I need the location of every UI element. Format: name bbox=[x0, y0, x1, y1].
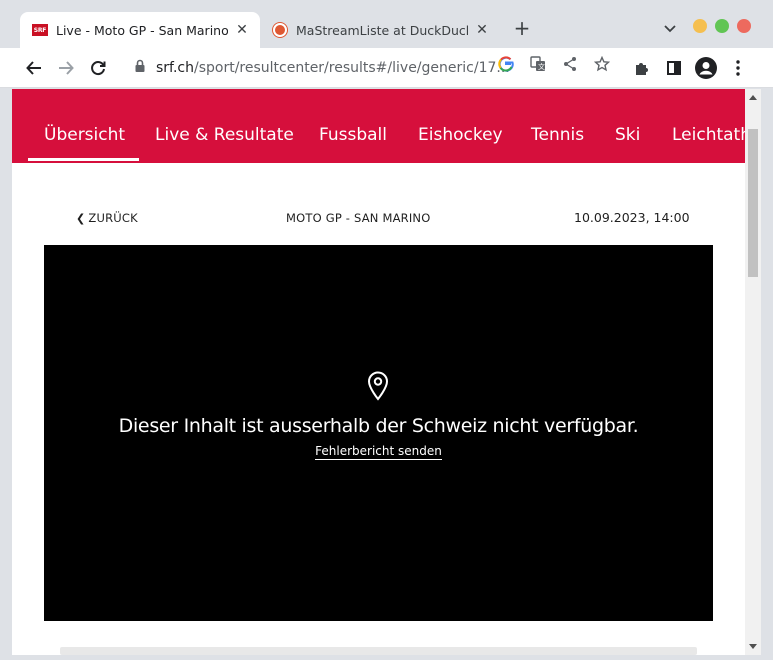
reload-icon[interactable] bbox=[86, 56, 110, 80]
active-nav-indicator bbox=[28, 158, 139, 161]
page-viewport: Übersicht Live & Resultate Fussball Eish… bbox=[12, 89, 745, 655]
back-label: ZURÜCK bbox=[88, 211, 138, 225]
nav-item-leichtathletik[interactable]: Leichtathletik bbox=[672, 125, 745, 145]
window-frame-bottom bbox=[0, 655, 773, 660]
back-link[interactable]: ❮ ZURÜCK bbox=[76, 211, 138, 225]
scroll-down-arrow-icon[interactable] bbox=[749, 644, 757, 649]
google-lens-icon[interactable] bbox=[494, 52, 518, 76]
nav-item-uebersicht[interactable]: Übersicht bbox=[44, 125, 125, 145]
duckduckgo-favicon bbox=[272, 22, 288, 38]
forward-arrow-icon[interactable] bbox=[54, 56, 78, 80]
lock-icon[interactable] bbox=[134, 59, 148, 77]
window-frame-right bbox=[761, 89, 773, 660]
event-datetime: 10.09.2023, 14:00 bbox=[574, 210, 690, 225]
geoblock-message: Dieser Inhalt ist ausserhalb der Schweiz… bbox=[118, 415, 639, 437]
vertical-scrollbar[interactable] bbox=[745, 89, 761, 655]
content-strip bbox=[60, 647, 697, 655]
bookmark-star-icon[interactable] bbox=[590, 52, 614, 76]
extensions-puzzle-icon[interactable] bbox=[630, 56, 654, 80]
sport-nav: Übersicht Live & Resultate Fussball Eish… bbox=[12, 89, 745, 163]
video-player[interactable]: Dieser Inhalt ist ausserhalb der Schweiz… bbox=[44, 245, 713, 621]
tab-title: Live - Moto GP - San Marino - bbox=[56, 22, 228, 38]
share-icon[interactable] bbox=[558, 52, 582, 76]
window-close-button[interactable] bbox=[737, 19, 751, 33]
back-arrow-icon[interactable] bbox=[22, 56, 46, 80]
chevron-left-icon: ❮ bbox=[76, 212, 86, 225]
svg-text:文: 文 bbox=[538, 62, 545, 71]
nav-item-ski[interactable]: Ski bbox=[615, 125, 640, 145]
window-maximize-button[interactable] bbox=[715, 19, 729, 33]
new-tab-button[interactable]: + bbox=[510, 16, 534, 40]
tab-srf-live[interactable]: SRF Live - Moto GP - San Marino - ✕ bbox=[20, 12, 260, 48]
tab-search-chevron-down-icon[interactable] bbox=[660, 18, 680, 38]
nav-item-eishockey[interactable]: Eishockey bbox=[418, 125, 503, 145]
profile-avatar-icon[interactable] bbox=[694, 56, 718, 80]
scroll-up-arrow-icon[interactable] bbox=[749, 95, 757, 100]
tab-close-icon[interactable]: ✕ bbox=[234, 22, 250, 38]
translate-icon[interactable]: 文 bbox=[526, 52, 550, 76]
window-minimize-button[interactable] bbox=[693, 19, 707, 33]
srf-favicon: SRF bbox=[32, 22, 48, 38]
tab-strip: SRF Live - Moto GP - San Marino - ✕ MaSt… bbox=[0, 0, 773, 48]
nav-item-tennis[interactable]: Tennis bbox=[531, 125, 584, 145]
nav-item-fussball[interactable]: Fussball bbox=[319, 125, 387, 145]
browser-toolbar: srf.ch/sport/resultcenter/results#/live/… bbox=[0, 48, 773, 88]
url-path: /sport/resultcenter/results#/live/generi… bbox=[193, 60, 510, 76]
url-host: srf.ch bbox=[156, 60, 194, 76]
tab-duckduckgo[interactable]: MaStreamListe at DuckDuckGo ✕ bbox=[260, 12, 500, 48]
error-report-link-wrap: Fehlerbericht senden bbox=[44, 444, 713, 460]
scrollbar-thumb[interactable] bbox=[748, 129, 758, 277]
nav-item-live-resultate[interactable]: Live & Resultate bbox=[155, 125, 294, 145]
event-title: MOTO GP - SAN MARINO bbox=[286, 211, 431, 225]
error-report-link[interactable]: Fehlerbericht senden bbox=[315, 444, 442, 460]
location-pin-icon bbox=[366, 371, 390, 401]
more-menu-icon[interactable] bbox=[726, 56, 750, 80]
side-panel-icon[interactable] bbox=[662, 56, 686, 80]
tab-close-icon[interactable]: ✕ bbox=[474, 22, 490, 38]
tab-title: MaStreamListe at DuckDuckGo bbox=[296, 22, 468, 38]
